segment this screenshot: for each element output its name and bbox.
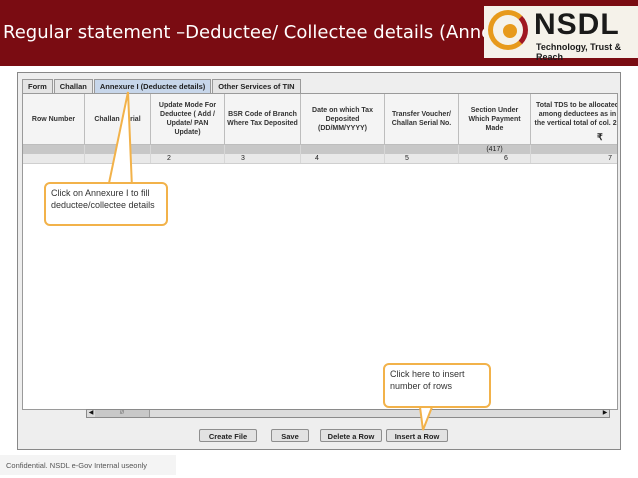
logo-tagline: Technology, Trust & Reach [536,42,622,62]
title-banner: Regular statement –Deductee/ Collectee d… [0,0,638,66]
section-code-cell[interactable]: (417) [459,145,531,154]
table-cell[interactable]: 7 [531,154,617,163]
table-cell[interactable]: 6 [459,154,531,163]
table-cell[interactable] [85,145,151,154]
scroll-right-icon[interactable]: ▶ [601,410,609,417]
table-cell[interactable] [23,154,85,163]
table-cell[interactable] [531,145,617,154]
horizontal-scrollbar[interactable]: ◀ /// ▶ [86,409,610,418]
table-cell[interactable] [301,145,385,154]
header-total-tds-label: Total TDS to be allocated among deductee… [534,101,618,127]
table-cell[interactable] [23,145,85,154]
header-challan-serial: Challan Serial [85,94,151,145]
tab-form[interactable]: Form [22,79,53,94]
delete-row-button[interactable]: Delete a Row [320,429,382,442]
rupee-icon: ₹ [597,132,603,142]
table-cell[interactable] [225,145,301,154]
table-cell[interactable] [385,145,459,154]
insert-row-callout: Click here to insert number of rows [383,363,491,408]
deductee-table: Row Number Challan Serial Update Mode Fo… [22,93,618,410]
header-section: Section Under Which Payment Made [459,94,531,145]
insert-row-button[interactable]: Insert a Row [386,429,448,442]
table-cell[interactable] [151,145,225,154]
table-cell[interactable]: 2 [151,154,225,163]
table-cell[interactable]: 5 [385,154,459,163]
table-row[interactable]: (417) [23,145,617,154]
tab-challan[interactable]: Challan [53,79,93,94]
table-row[interactable]: 2 3 4 5 6 7 [23,154,617,164]
header-update-mode: Update Mode For Deductee ( Add / Update/… [151,94,225,145]
button-bar: Create File Save Delete a Row Insert a R… [18,427,622,447]
application-window: Form Challan Annexure I (Deductee detail… [17,72,621,450]
create-file-button[interactable]: Create File [199,429,257,442]
confidential-footer: Confidential. NSDL e-Gov Internal useonl… [0,455,176,475]
nsdl-logo-icon [488,10,528,50]
header-date-deposited: Date on which Tax Deposited (DD/MM/YYYY) [301,94,385,145]
header-transfer-voucher: Transfer Voucher/ Challan Serial No. [385,94,459,145]
save-button[interactable]: Save [271,429,309,442]
header-bsr-code: BSR Code of Branch Where Tax Deposited [225,94,301,145]
logo-name: NSDL [534,8,620,41]
header-row-number: Row Number [23,94,85,145]
table-cell[interactable]: 3 [225,154,301,163]
header-total-tds: Total TDS to be allocated among deductee… [531,94,618,145]
tab-annexure-i[interactable]: Annexure I (Deductee details) [93,79,212,94]
table-cell[interactable]: 4 [301,154,385,163]
slide-title: Regular statement –Deductee/ Collectee d… [3,22,551,43]
nsdl-logo: NSDL Technology, Trust & Reach [484,6,638,62]
scroll-left-icon[interactable]: ◀ [87,410,95,417]
tab-bar: Form Challan Annexure I (Deductee detail… [22,79,302,94]
annexure-callout: Click on Annexure I to fill deductee/col… [44,182,168,226]
scroll-thumb[interactable]: /// [95,410,150,417]
table-cell[interactable] [85,154,151,163]
tab-other-services[interactable]: Other Services of TIN [212,79,301,94]
